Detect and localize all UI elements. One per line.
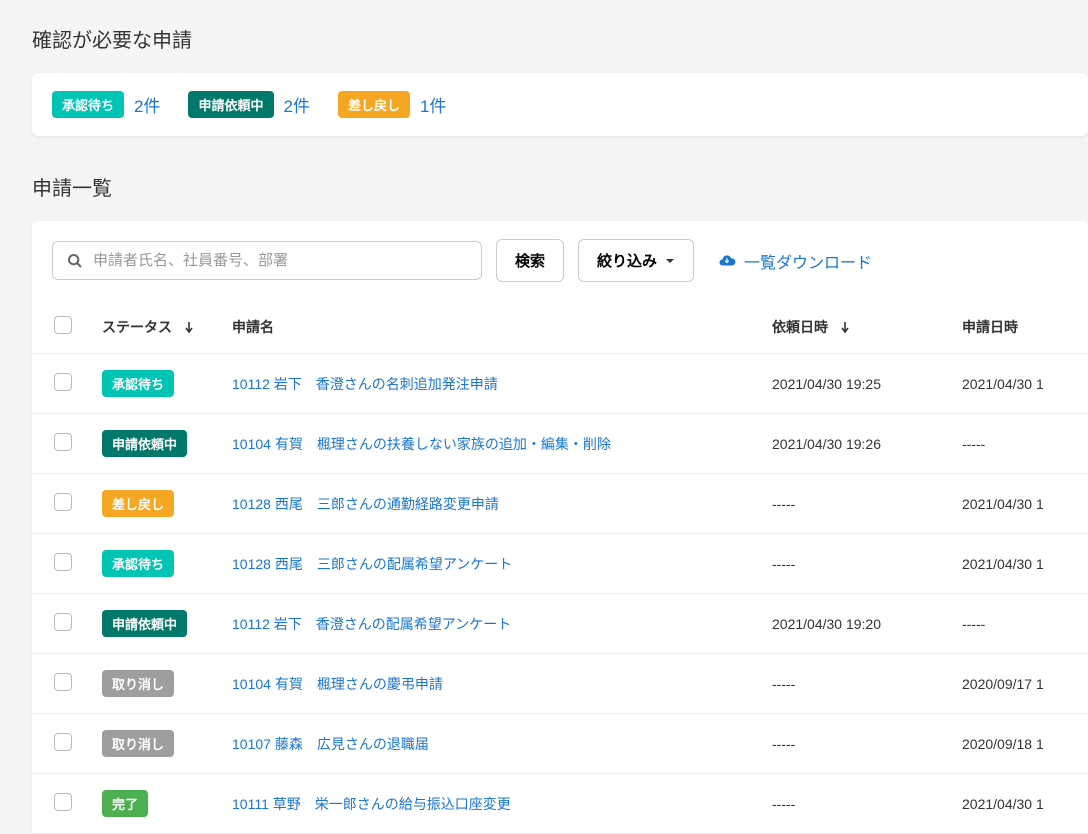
search-icon xyxy=(67,253,83,269)
request-date-cell: ----- xyxy=(762,774,952,834)
request-date-cell: 2021/04/30 19:25 xyxy=(762,354,952,414)
row-checkbox[interactable] xyxy=(54,373,72,391)
download-link[interactable]: 一覧ダウンロード xyxy=(718,249,872,273)
application-link[interactable]: 10104 有賀 楓理さんの扶養しない家族の追加・編集・削除 xyxy=(232,436,611,452)
status-badge: 取り消し xyxy=(102,670,174,697)
list-card: 検索 絞り込み 一覧ダウンロード ステータス xyxy=(32,221,1088,834)
status-badge: 申請依頼中 xyxy=(188,91,273,118)
applications-table: ステータス 申請名 依頼日時 申請日時 xyxy=(32,300,1088,834)
table-row: 申請依頼中 10104 有賀 楓理さんの扶養しない家族の追加・編集・削除 2021/… xyxy=(32,414,1088,474)
row-checkbox[interactable] xyxy=(54,673,72,691)
apply-date-cell: 2021/04/30 1 xyxy=(952,474,1088,534)
column-header-request-date-label: 依頼日時 xyxy=(772,317,828,337)
caret-down-icon xyxy=(665,256,675,266)
search-input[interactable] xyxy=(93,252,467,269)
summary-count: 1件 xyxy=(420,92,446,117)
request-date-cell: ----- xyxy=(762,654,952,714)
status-badge: 完了 xyxy=(102,790,148,817)
search-input-wrap[interactable] xyxy=(52,241,482,280)
summary-item[interactable]: 差し戻し 1件 xyxy=(338,91,446,118)
application-link[interactable]: 10128 西尾 三郎さんの配属希望アンケート xyxy=(232,556,512,572)
column-header-name: 申請名 xyxy=(222,300,762,354)
request-date-cell: 2021/04/30 19:26 xyxy=(762,414,952,474)
table-row: 取り消し 10104 有賀 楓理さんの慶弔申請 -----2020/09/17 1 xyxy=(32,654,1088,714)
filter-button-label: 絞り込み xyxy=(597,250,657,271)
table-row: 完了 10111 草野 栄一郎さんの給与振込口座変更 -----2021/04/30… xyxy=(32,774,1088,834)
apply-date-cell: 2021/04/30 1 xyxy=(952,774,1088,834)
pending-section-title: 確認が必要な申請 xyxy=(32,24,1088,53)
column-header-request-date[interactable]: 依頼日時 xyxy=(772,317,850,337)
apply-date-cell: 2020/09/17 1 xyxy=(952,654,1088,714)
summary-item[interactable]: 承認待ち 2件 xyxy=(52,91,160,118)
column-header-apply-date: 申請日時 xyxy=(952,300,1088,354)
application-link[interactable]: 10128 西尾 三郎さんの通勤経路変更申請 xyxy=(232,496,499,512)
apply-date-cell: 2021/04/30 1 xyxy=(952,354,1088,414)
toolbar: 検索 絞り込み 一覧ダウンロード xyxy=(32,221,1088,300)
application-link[interactable]: 10111 草野 栄一郎さんの給与振込口座変更 xyxy=(232,796,511,812)
status-badge: 承認待ち xyxy=(102,550,174,577)
row-checkbox[interactable] xyxy=(54,613,72,631)
apply-date-cell: 2020/09/18 1 xyxy=(952,714,1088,774)
apply-date-cell: 2021/04/30 1 xyxy=(952,534,1088,594)
list-section-title: 申請一覧 xyxy=(32,172,1088,201)
summary-count: 2件 xyxy=(134,92,160,117)
row-checkbox[interactable] xyxy=(54,733,72,751)
row-checkbox[interactable] xyxy=(54,553,72,571)
status-badge: 差し戻し xyxy=(338,91,410,118)
sort-arrow-down-icon xyxy=(840,321,850,333)
summary-item[interactable]: 申請依頼中 2件 xyxy=(188,91,309,118)
application-link[interactable]: 10112 岩下 香澄さんの名刺追加発注申請 xyxy=(232,376,498,392)
search-button[interactable]: 検索 xyxy=(496,239,564,282)
status-badge: 取り消し xyxy=(102,730,174,757)
table-wrap: ステータス 申請名 依頼日時 申請日時 xyxy=(32,300,1088,834)
status-badge: 差し戻し xyxy=(102,490,174,517)
request-date-cell: 2021/04/30 19:20 xyxy=(762,594,952,654)
table-row: 取り消し 10107 藤森 広見さんの退職届 -----2020/09/18 1 xyxy=(32,714,1088,774)
summary-count: 2件 xyxy=(284,92,310,117)
table-row: 差し戻し 10128 西尾 三郎さんの通勤経路変更申請 -----2021/04/3… xyxy=(32,474,1088,534)
row-checkbox[interactable] xyxy=(54,493,72,511)
table-row: 申請依頼中 10112 岩下 香澄さんの配属希望アンケート 2021/04/30 1… xyxy=(32,594,1088,654)
request-date-cell: ----- xyxy=(762,474,952,534)
cloud-download-icon xyxy=(718,252,736,270)
table-row: 承認待ち 10128 西尾 三郎さんの配属希望アンケート -----2021/04/… xyxy=(32,534,1088,594)
apply-date-cell: ----- xyxy=(952,594,1088,654)
row-checkbox[interactable] xyxy=(54,793,72,811)
filter-button[interactable]: 絞り込み xyxy=(578,239,694,282)
application-link[interactable]: 10107 藤森 広見さんの退職届 xyxy=(232,736,429,752)
request-date-cell: ----- xyxy=(762,534,952,594)
row-checkbox[interactable] xyxy=(54,433,72,451)
status-badge: 承認待ち xyxy=(52,91,124,118)
select-all-checkbox[interactable] xyxy=(54,316,72,334)
summary-card: 承認待ち2件申請依頼中2件差し戻し1件 xyxy=(32,73,1088,136)
request-date-cell: ----- xyxy=(762,714,952,774)
download-link-label: 一覧ダウンロード xyxy=(744,249,872,273)
table-row: 承認待ち 10112 岩下 香澄さんの名刺追加発注申請 2021/04/30 19:… xyxy=(32,354,1088,414)
status-badge: 申請依頼中 xyxy=(102,430,187,457)
column-header-status[interactable]: ステータス xyxy=(102,317,194,337)
status-badge: 申請依頼中 xyxy=(102,610,187,637)
status-badge: 承認待ち xyxy=(102,370,174,397)
apply-date-cell: ----- xyxy=(952,414,1088,474)
sort-arrow-down-icon xyxy=(184,321,194,333)
column-header-status-label: ステータス xyxy=(102,317,172,337)
application-link[interactable]: 10112 岩下 香澄さんの配属希望アンケート xyxy=(232,616,511,632)
application-link[interactable]: 10104 有賀 楓理さんの慶弔申請 xyxy=(232,676,443,692)
